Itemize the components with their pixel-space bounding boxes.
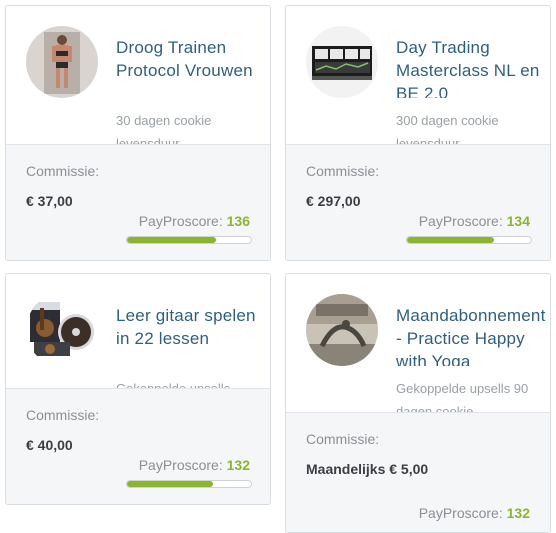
payproscore-label: PayProscore:	[418, 213, 503, 229]
commission-label: Commissie:	[306, 163, 380, 179]
product-details: Gekoppelde upsells 90 dagen cookie	[396, 381, 529, 415]
payproscore: PayProscore: 136	[139, 213, 250, 229]
payproscore-bar-fill	[127, 237, 217, 243]
product-thumbnail[interactable]	[306, 294, 378, 366]
product-title[interactable]: Leer gitaar spelen in 22 lessen	[116, 304, 266, 366]
product-title[interactable]: Day Trading Masterclass NL en BE 2.0	[396, 36, 546, 98]
commission-label: Commissie:	[306, 431, 380, 447]
commission-value: € 40,00	[26, 437, 73, 453]
payproscore-bar-fill	[127, 481, 213, 487]
payproscore-label: PayProscore:	[138, 457, 223, 473]
payproscore-bar	[126, 236, 252, 244]
payproscore-value: 134	[506, 213, 530, 229]
payproscore-label: PayProscore:	[418, 505, 503, 521]
payproscore-value: 136	[226, 213, 250, 229]
commission-value: € 37,00	[26, 193, 73, 209]
product-title[interactable]: Droog Trainen Protocol Vrouwen	[116, 36, 266, 98]
payproscore-value: 132	[506, 505, 530, 521]
commission-value: Maandelijks € 5,00	[306, 461, 429, 477]
product-thumbnail[interactable]	[26, 26, 98, 98]
product-thumbnail[interactable]	[306, 26, 378, 98]
payproscore-bar	[126, 480, 252, 488]
product-details: 30 dagen cookie levensduur	[116, 113, 212, 147]
payproscore-bar-fill	[407, 237, 494, 243]
payproscore-bar	[406, 236, 532, 244]
commission-label: Commissie:	[26, 163, 100, 179]
product-details: 300 dagen cookie levensduur	[396, 113, 499, 147]
product-card[interactable]: Day Trading Masterclass NL en BE 2.0 300…	[285, 5, 551, 261]
payproscore: PayProscore: 134	[419, 213, 530, 229]
payproscore-label: PayProscore:	[138, 213, 223, 229]
payproscore-value: 132	[226, 457, 250, 473]
product-thumbnail[interactable]	[26, 294, 98, 366]
product-card[interactable]: Leer gitaar spelen in 22 lessen Gekoppel…	[5, 273, 271, 505]
commission-label: Commissie:	[26, 407, 100, 423]
product-card[interactable]: Droog Trainen Protocol Vrouwen 30 dagen …	[5, 5, 271, 261]
commission-value: € 297,00	[306, 193, 361, 209]
product-card[interactable]: Maandabonnement - Practice Happy with Yo…	[285, 273, 551, 533]
payproscore: PayProscore: 132	[419, 505, 530, 521]
payproscore: PayProscore: 132	[139, 457, 250, 473]
product-title[interactable]: Maandabonnement - Practice Happy with Yo…	[396, 304, 546, 366]
